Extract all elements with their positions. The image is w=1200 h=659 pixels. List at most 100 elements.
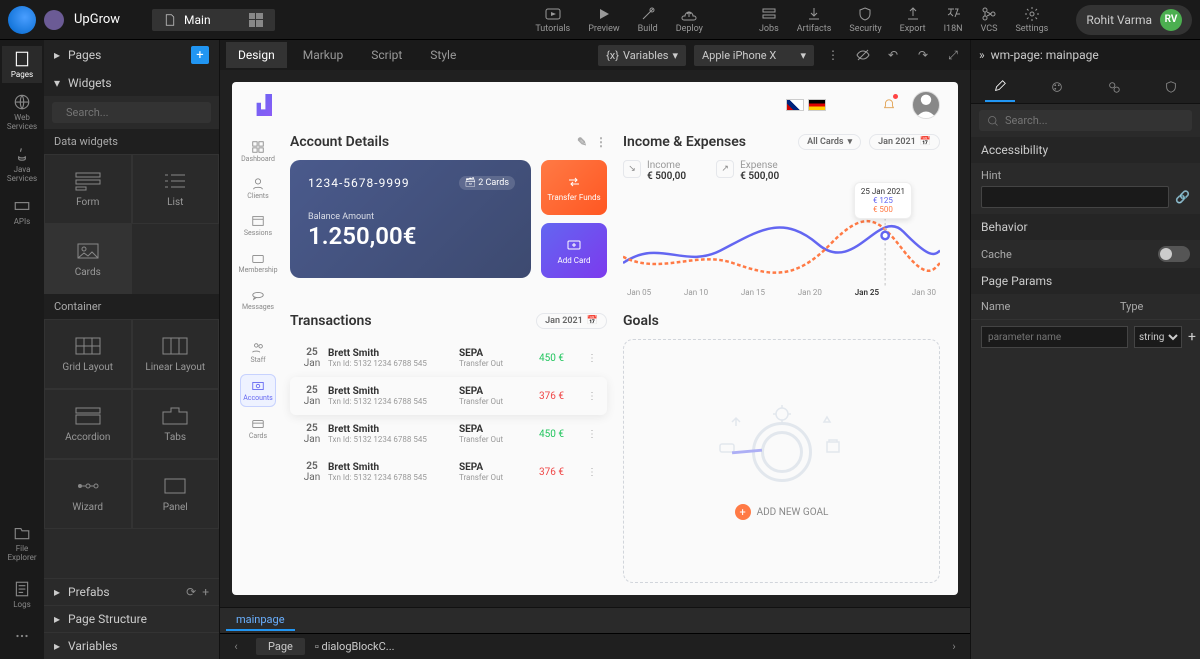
add-param-button[interactable]: + bbox=[1188, 328, 1196, 346]
widget-search-input[interactable] bbox=[66, 106, 206, 119]
widget-linear-layout[interactable]: Linear Layout bbox=[132, 319, 220, 389]
widget-accordion[interactable]: Accordion bbox=[44, 389, 132, 459]
device-dropdown[interactable]: Apple iPhone X▾ bbox=[694, 45, 814, 66]
artifacts-action[interactable]: Artifacts bbox=[797, 6, 832, 34]
flag-uk-icon[interactable] bbox=[786, 99, 804, 111]
txn-date-filter[interactable]: Jan 2021 📅 bbox=[536, 313, 607, 329]
export-action[interactable]: Export bbox=[900, 6, 926, 34]
props-tab-edit[interactable] bbox=[985, 72, 1015, 102]
widget-grid-layout[interactable]: Grid Layout bbox=[44, 319, 132, 389]
cards-filter[interactable]: All Cards ▾ bbox=[798, 134, 861, 150]
widget-panel[interactable]: Panel bbox=[132, 459, 220, 529]
dash-rail-staff[interactable]: Staff bbox=[240, 337, 276, 368]
undo-icon[interactable]: ↶ bbox=[882, 44, 904, 66]
props-tab-events[interactable] bbox=[1099, 72, 1129, 102]
page-structure-section[interactable]: ▸Page Structure bbox=[44, 605, 219, 632]
build-action[interactable]: Build bbox=[638, 6, 658, 34]
expand-icon[interactable]: ⤢ bbox=[942, 44, 964, 66]
cache-toggle[interactable] bbox=[1158, 246, 1190, 262]
rail-pages[interactable]: Pages bbox=[2, 46, 42, 83]
more-icon[interactable]: ⋮ bbox=[595, 135, 607, 149]
canvas-bottom-tabs: mainpage bbox=[220, 607, 970, 633]
redo-icon[interactable]: ↷ bbox=[912, 44, 934, 66]
user-menu[interactable]: Rohit Varma RV bbox=[1076, 5, 1192, 35]
add-prefab-icon[interactable]: + bbox=[202, 585, 209, 599]
edit-icon[interactable]: ✎ bbox=[577, 135, 587, 149]
preview-action[interactable]: Preview bbox=[588, 6, 619, 34]
bottom-tab-mainpage[interactable]: mainpage bbox=[226, 610, 295, 631]
properties-search-input[interactable] bbox=[1005, 114, 1184, 127]
widget-wizard[interactable]: Wizard bbox=[44, 459, 132, 529]
prefabs-section[interactable]: ▸Prefabs⟳+ bbox=[44, 578, 219, 605]
tab-script[interactable]: Script bbox=[359, 42, 414, 68]
collapse-icon[interactable]: » bbox=[979, 48, 985, 62]
dash-rail-membership[interactable]: Membership bbox=[240, 247, 276, 278]
variables-section[interactable]: ▸Variables bbox=[44, 632, 219, 659]
dash-rail-sessions[interactable]: Sessions bbox=[240, 210, 276, 241]
tab-markup[interactable]: Markup bbox=[291, 42, 356, 68]
txn-more-icon[interactable]: ⋮ bbox=[587, 391, 601, 402]
more-icon[interactable]: ⋮ bbox=[822, 44, 844, 66]
i18n-action[interactable]: I18N bbox=[944, 6, 963, 34]
add-card-button[interactable]: Add Card bbox=[541, 223, 607, 278]
settings-action[interactable]: Settings bbox=[1015, 6, 1048, 34]
add-goal-button[interactable]: +ADD NEW GOAL bbox=[735, 504, 829, 520]
security-action[interactable]: Security bbox=[849, 6, 881, 34]
pages-section[interactable]: ▸Pages+ bbox=[44, 40, 219, 70]
deploy-action[interactable]: Deploy bbox=[676, 6, 703, 34]
rail-apis[interactable]: APIs bbox=[2, 193, 42, 230]
notification-icon[interactable] bbox=[876, 92, 902, 118]
widget-tabs[interactable]: Tabs bbox=[132, 389, 220, 459]
tutorials-action[interactable]: Tutorials bbox=[535, 6, 570, 34]
transfer-funds-button[interactable]: Transfer Funds bbox=[541, 160, 607, 215]
footer-page[interactable]: Page bbox=[256, 638, 305, 655]
add-page-button[interactable]: + bbox=[191, 46, 209, 64]
link-icon[interactable]: 🔗 bbox=[1175, 190, 1190, 204]
tab-design[interactable]: Design bbox=[226, 42, 287, 68]
footer-prev-icon[interactable]: ‹ bbox=[226, 637, 246, 657]
refresh-icon[interactable]: ⟳ bbox=[186, 585, 196, 599]
rail-java-services[interactable]: Java Services bbox=[2, 141, 42, 187]
footer-dialog[interactable]: ▫ dialogBlockC... bbox=[315, 640, 395, 653]
props-tab-security[interactable] bbox=[1156, 72, 1186, 102]
param-name-input[interactable] bbox=[981, 326, 1128, 348]
param-type-select[interactable]: string bbox=[1134, 326, 1182, 348]
txn-more-icon[interactable]: ⋮ bbox=[587, 353, 601, 364]
dash-rail-clients[interactable]: Clients bbox=[240, 173, 276, 204]
vcs-action[interactable]: VCS bbox=[981, 6, 998, 34]
transaction-row[interactable]: 25Jan Brett SmithTxn Id: 5132 1234 6788 … bbox=[290, 453, 607, 491]
properties-search[interactable] bbox=[979, 110, 1192, 131]
transaction-row[interactable]: 25Jan Brett SmithTxn Id: 5132 1234 6788 … bbox=[290, 377, 607, 415]
dash-rail-accounts[interactable]: Accounts bbox=[240, 374, 276, 407]
dash-rail-cards[interactable]: Cards bbox=[240, 413, 276, 444]
txn-more-icon[interactable]: ⋮ bbox=[587, 467, 601, 478]
transaction-row[interactable]: 25Jan Brett SmithTxn Id: 5132 1234 6788 … bbox=[290, 415, 607, 453]
file-tab[interactable]: Main bbox=[152, 9, 275, 31]
date-filter[interactable]: Jan 2021 📅 bbox=[869, 134, 940, 150]
design-canvas[interactable]: Dashboard Clients Sessions Membership Me… bbox=[232, 82, 958, 595]
transaction-row[interactable]: 25Jan Brett SmithTxn Id: 5132 1234 6788 … bbox=[290, 339, 607, 377]
jobs-action[interactable]: Jobs bbox=[759, 6, 779, 34]
widget-list[interactable]: List bbox=[132, 154, 220, 224]
footer-next-icon[interactable]: › bbox=[944, 637, 964, 657]
grid-view-icon[interactable] bbox=[249, 13, 263, 27]
rail-logs[interactable]: Logs bbox=[2, 576, 42, 613]
widget-search[interactable] bbox=[52, 102, 211, 123]
rail-file-explorer[interactable]: File Explorer bbox=[2, 520, 42, 566]
widgets-section[interactable]: ▾Widgets bbox=[44, 70, 219, 96]
dash-rail-messages[interactable]: Messages bbox=[240, 284, 276, 315]
dash-rail-dashboard[interactable]: Dashboard bbox=[240, 136, 276, 167]
widget-form[interactable]: Form bbox=[44, 154, 132, 224]
props-tab-style[interactable] bbox=[1042, 72, 1072, 102]
tab-style[interactable]: Style bbox=[418, 42, 468, 68]
balance-card[interactable]: 1234-5678-9999 🗃 2 Cards Balance Amount … bbox=[290, 160, 531, 278]
widget-cards[interactable]: Cards bbox=[44, 224, 132, 294]
flag-de-icon[interactable] bbox=[808, 99, 826, 111]
hint-input[interactable] bbox=[981, 186, 1169, 208]
rail-web-services[interactable]: Web Services bbox=[2, 89, 42, 135]
visibility-icon[interactable] bbox=[852, 44, 874, 66]
rail-more[interactable] bbox=[2, 623, 42, 649]
dash-avatar[interactable] bbox=[912, 91, 940, 119]
variables-dropdown[interactable]: {x}Variables▾ bbox=[598, 45, 686, 66]
txn-more-icon[interactable]: ⋮ bbox=[587, 429, 601, 440]
